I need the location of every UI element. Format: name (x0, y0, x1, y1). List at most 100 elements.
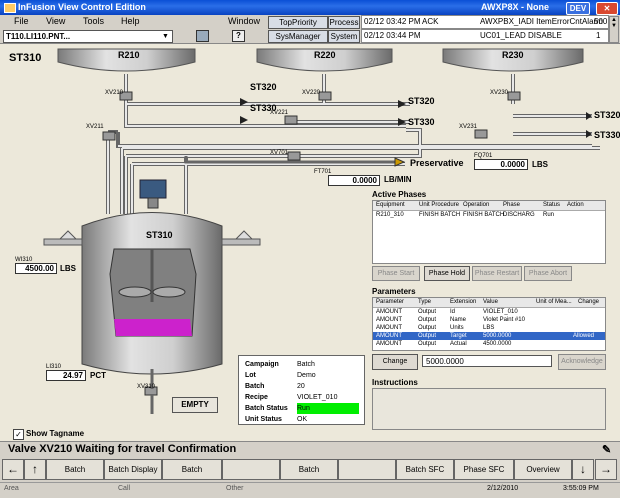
table-row[interactable]: R210_310 FINISH BATCH FINISH BATCH DISCH… (373, 211, 605, 219)
phase-hold-button[interactable]: Phase Hold (424, 266, 470, 281)
col-header[interactable]: Extension (450, 298, 476, 307)
batch-value: Demo (297, 372, 316, 379)
show-tagname-checkbox[interactable]: ✓ (13, 429, 24, 440)
col-header[interactable]: Equipment (376, 201, 405, 210)
col-header[interactable]: Unit Procedure (419, 201, 459, 210)
parameters-header: Parameter Type Extension Value Unit of M… (373, 298, 605, 308)
dev-badge[interactable]: DEV (566, 2, 590, 15)
alarm-row[interactable]: 02/12 03:44 PM UC01_LEAD DISABLE 1 (361, 29, 609, 43)
empty-button[interactable]: EMPTY (172, 397, 218, 413)
help-icon[interactable]: ? (232, 30, 245, 42)
nav-batch-messages[interactable]: Batch Messages (280, 459, 338, 493)
alarm-row[interactable]: 02/12 03:42 PM ACK AWXPBX_IADI ItemError… (361, 15, 609, 29)
show-tagname-label: Show Tagname (26, 429, 85, 438)
col-header[interactable]: Status (543, 201, 560, 210)
dropdown-arrow-icon[interactable]: ▼ (162, 31, 169, 42)
flow-value[interactable]: 0.0000 (328, 175, 380, 186)
batch-values: Batch Demo 20 VIOLET_010 Run OK (297, 359, 359, 425)
table-row[interactable]: AMOUNT Output Actual 4500.0000 (373, 340, 605, 348)
table-row-selected[interactable]: AMOUNT Output Target 5000.0000 Allowed (373, 332, 605, 340)
down-arrow-icon[interactable]: ↓ (572, 459, 594, 480)
cell: Name (450, 317, 467, 323)
phase-restart-button[interactable]: Phase Restart (472, 266, 522, 281)
menu-file[interactable]: File (14, 16, 29, 26)
tagname-value: T110.LI110.PNT... (6, 32, 71, 41)
level-value[interactable]: 24.97 (46, 370, 86, 381)
change-button[interactable]: Change (372, 354, 418, 370)
col-header[interactable]: Operation (463, 201, 489, 210)
cell: Actual (450, 341, 467, 347)
menu-tools[interactable]: Tools (83, 16, 104, 26)
nav-batch-scheduler[interactable]: Batch Scheduler (46, 459, 104, 493)
table-row[interactable]: AMOUNT Output Name Violet Paint #10 (373, 316, 605, 324)
table-row[interactable]: AMOUNT Output Id VIOLET_010 (373, 308, 605, 316)
col-header[interactable]: Change (578, 298, 599, 307)
batch-value: OK (297, 416, 308, 423)
phases-table[interactable]: Equipment Unit Procedure Operation Phase… (372, 200, 606, 264)
cell: FINISH BATCH (463, 212, 505, 218)
parameters-table[interactable]: Parameter Type Extension Value Unit of M… (372, 297, 606, 351)
message-text: Valve XV210 Waiting for travel Confirmat… (8, 443, 237, 455)
cell: R210_310 (376, 212, 404, 218)
cell: Output (418, 317, 437, 323)
table-row[interactable]: AMOUNT Output Units LBS (373, 324, 605, 332)
sys-manager-button[interactable]: SysManager (268, 30, 328, 43)
nav-batch-sfc[interactable]: Batch SFC (396, 459, 454, 480)
preservative-unit: LBS (532, 160, 548, 169)
reactor-label: ST310 (146, 230, 173, 240)
forward-arrow-icon[interactable]: → (595, 459, 617, 480)
tank-label: R220 (314, 50, 336, 60)
top-priority-button[interactable]: TopPriority (268, 16, 328, 29)
nav-batch-equipment[interactable]: Batch Equipment (162, 459, 222, 493)
status-other: Other (226, 485, 244, 492)
nav-empty[interactable] (338, 459, 396, 480)
col-header[interactable]: Type (418, 298, 431, 307)
status-bar: Area Call Other 2/12/2010 3:55:09 PM (0, 482, 620, 496)
alarm-scrollbar[interactable]: ▲ ▼ (609, 16, 619, 43)
back-arrow-icon[interactable]: ← (2, 459, 24, 480)
change-value-input[interactable]: 5000.0000 (422, 355, 552, 367)
weight-value[interactable]: 4500.00 (15, 263, 57, 274)
message-bar: Valve XV210 Waiting for travel Confirmat… (0, 441, 620, 457)
batch-label: Unit Status (245, 416, 282, 423)
batch-labels: Campaign Lot Batch Recipe Batch Status U… (245, 359, 288, 425)
menu-help[interactable]: Help (121, 16, 140, 26)
panel-icon[interactable] (196, 30, 209, 42)
window-title: InFusion View Control Edition (18, 2, 146, 12)
batch-value: Batch (297, 361, 315, 368)
preservative-value[interactable]: 0.0000 (474, 159, 528, 170)
valve-label[interactable]: XV210 (105, 90, 123, 96)
valve-label[interactable]: XV220 (302, 90, 320, 96)
phase-abort-button[interactable]: Phase Abort (524, 266, 572, 281)
acknowledge-button[interactable]: Acknowledge (558, 354, 606, 370)
process-button[interactable]: Process (328, 16, 360, 29)
tank-label: R230 (502, 50, 524, 60)
col-header[interactable]: Parameter (376, 298, 404, 307)
close-icon[interactable]: ✕ (596, 2, 618, 15)
title-bar: InFusion View Control Edition AWXP8X - N… (0, 0, 620, 15)
valve-label[interactable]: XV701 (270, 150, 288, 156)
col-header[interactable]: Phase (503, 201, 520, 210)
system-button[interactable]: System (328, 30, 360, 43)
alarm-num: 500 (594, 17, 608, 26)
phase-start-button[interactable]: Phase Start (372, 266, 420, 281)
col-header[interactable]: Unit of Mea... (536, 298, 572, 307)
up-arrow-icon[interactable]: ↑ (24, 459, 46, 480)
nav-empty[interactable] (222, 459, 280, 480)
app-icon (4, 3, 16, 13)
menu-view[interactable]: View (46, 16, 65, 26)
nav-batch-display[interactable]: Batch Display (104, 459, 162, 480)
valve-label[interactable]: XV231 (459, 124, 477, 130)
status-time: 3:55:09 PM (563, 485, 599, 492)
valve-label[interactable]: XV310 (137, 384, 155, 390)
menu-window[interactable]: Window (228, 16, 260, 26)
instructions-area[interactable] (372, 388, 606, 430)
col-header[interactable]: Action (567, 201, 584, 210)
valve-label[interactable]: XV230 (490, 90, 508, 96)
nav-phase-sfc[interactable]: Phase SFC (454, 459, 514, 480)
valve-label[interactable]: XV211 (86, 124, 104, 130)
tagname-field[interactable]: T110.LI110.PNT... ▼ (3, 30, 173, 43)
nav-overview[interactable]: Overview (514, 459, 572, 480)
notepad-icon[interactable]: ✎ (602, 443, 611, 456)
col-header[interactable]: Value (483, 298, 498, 307)
